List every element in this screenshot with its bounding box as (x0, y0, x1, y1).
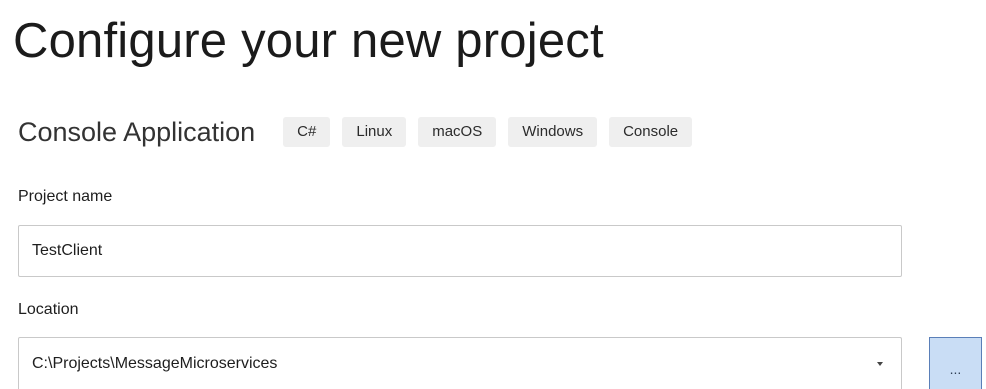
browse-button[interactable]: ... (929, 337, 982, 389)
location-combobox[interactable]: C:\Projects\MessageMicroservices (18, 337, 902, 389)
project-name-input[interactable] (18, 225, 902, 277)
template-name: Console Application (18, 116, 256, 147)
chevron-down-icon[interactable] (877, 361, 883, 366)
page-title: Configure your new project (13, 14, 604, 68)
location-label: Location (18, 301, 79, 318)
tag-console: Console (609, 117, 693, 147)
tag-windows: Windows (508, 117, 598, 147)
tag-macos: macOS (418, 117, 497, 147)
tag-linux: Linux (342, 117, 407, 147)
tag-csharp: C# (283, 117, 331, 147)
template-header: Console Application C# Linux macOS Windo… (18, 112, 704, 152)
location-value: C:\Projects\MessageMicroservices (32, 354, 278, 372)
template-tags: C# Linux macOS Windows Console (283, 117, 704, 147)
project-name-label: Project name (18, 188, 113, 205)
